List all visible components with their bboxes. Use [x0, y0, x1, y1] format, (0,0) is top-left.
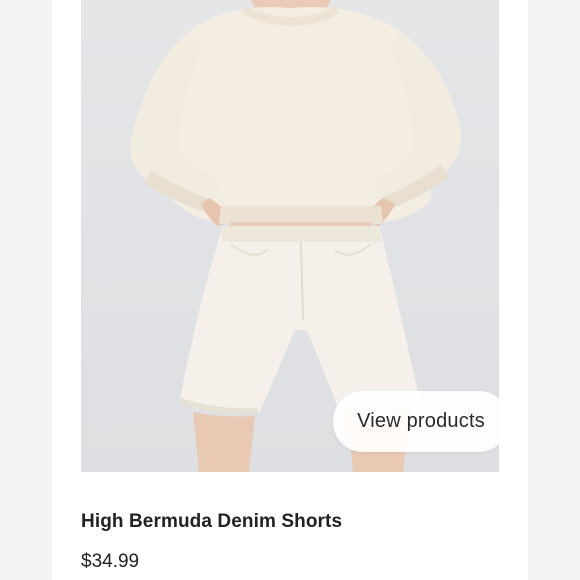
product-name[interactable]: High Bermuda Denim Shorts — [81, 511, 342, 533]
page: View products High Bermuda Denim Shorts … — [0, 0, 580, 580]
product-card[interactable]: View products High Bermuda Denim Shorts … — [52, 0, 528, 580]
view-products-button[interactable]: View products — [333, 391, 499, 452]
product-price: $34.99 — [81, 551, 140, 572]
product-image[interactable]: View products — [81, 0, 499, 472]
